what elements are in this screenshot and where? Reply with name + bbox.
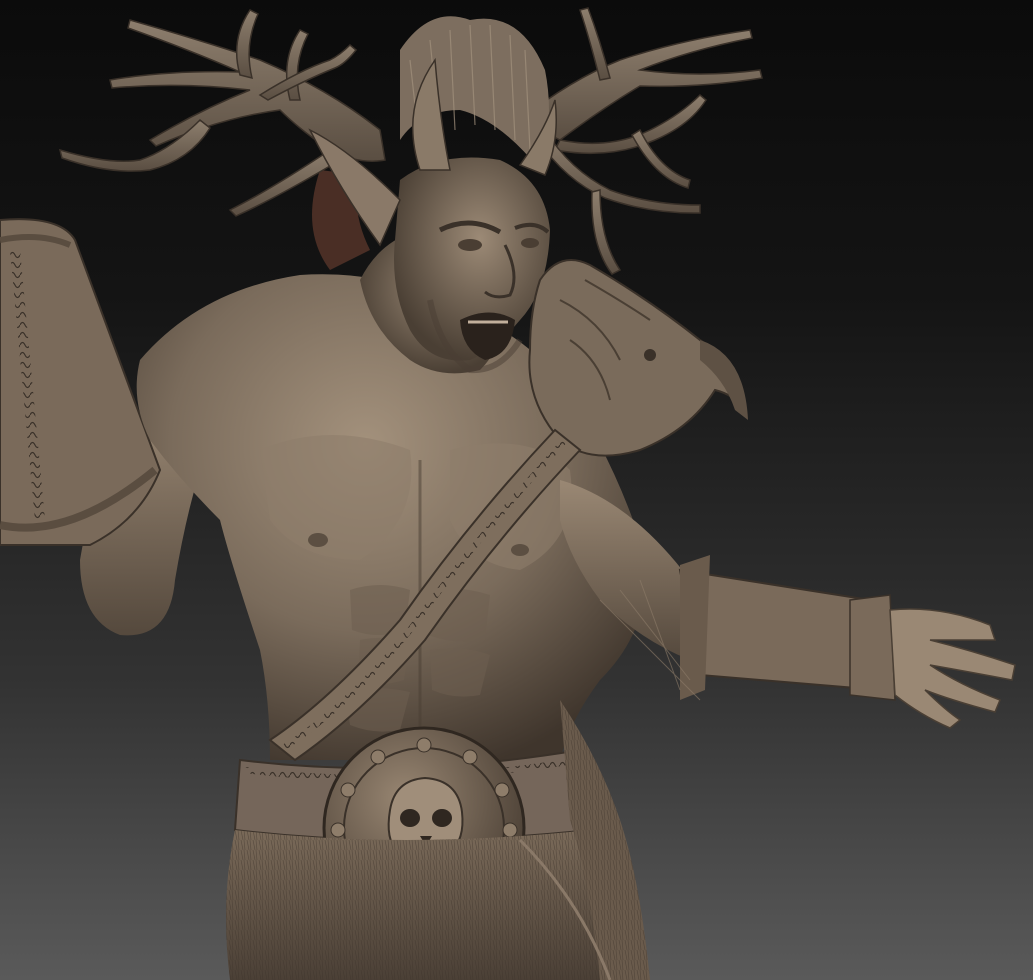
right-arm (560, 480, 1016, 729)
shoulder-pauldron (528, 259, 748, 457)
viewport (0, 0, 1033, 980)
sculpt-render (0, 7, 1016, 980)
